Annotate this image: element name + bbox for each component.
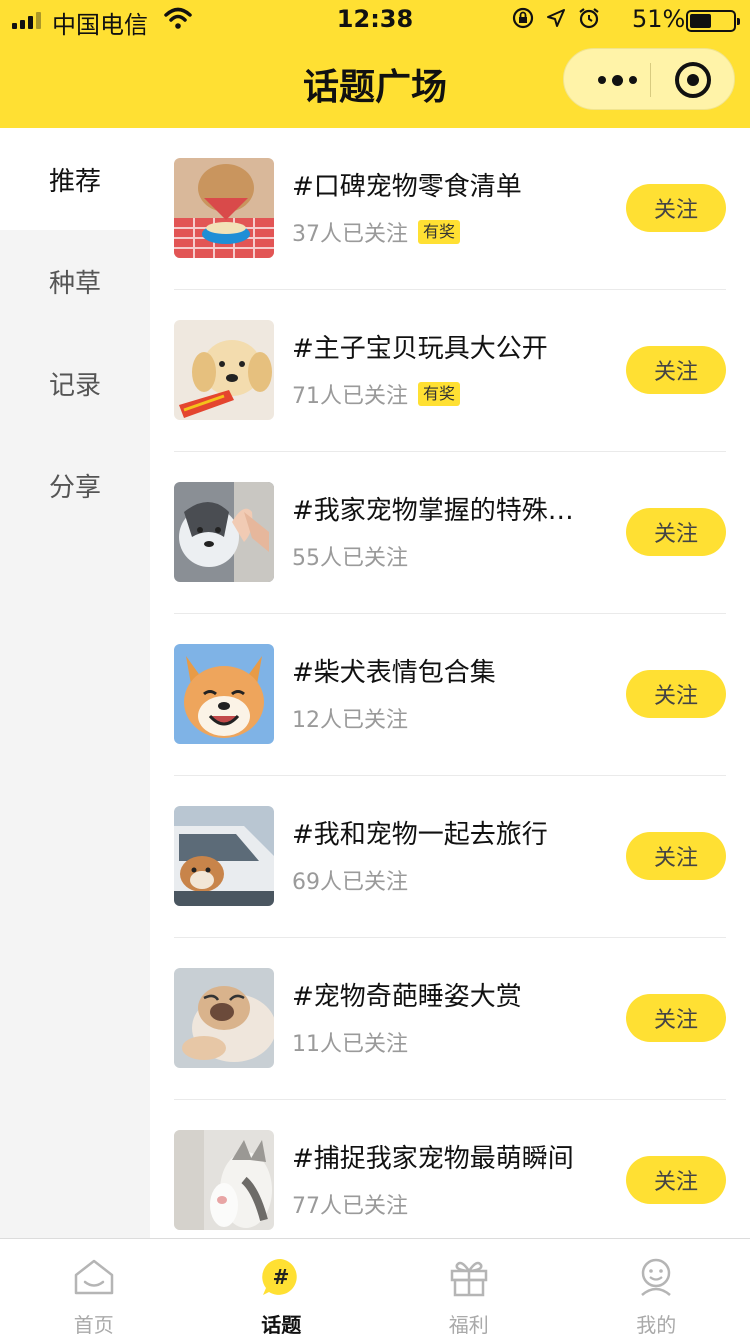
topic-title: #主子宝贝玩具大公开: [292, 334, 548, 364]
sidebar-item-label: 记录: [48, 370, 101, 401]
sidebar-item-share[interactable]: 分享: [0, 434, 150, 536]
topic-row[interactable]: #我家宠物掌握的特殊… 55人已关注 关注: [150, 452, 750, 614]
tab-topics[interactable]: # 话题: [188, 1239, 376, 1334]
rotation-lock-icon: [512, 7, 534, 29]
follow-button[interactable]: 关注: [626, 994, 726, 1042]
follow-button[interactable]: 关注: [626, 1156, 726, 1204]
sidebar-item-recommend[interactable]: 推荐: [0, 128, 150, 230]
follower-count: 77人已关注: [292, 1194, 408, 1219]
svg-text:#: #: [273, 1265, 290, 1289]
follower-count: 55人已关注: [292, 546, 408, 571]
mini-program-capsule: [563, 48, 735, 110]
topic-title: #柴犬表情包合集: [292, 658, 496, 688]
topic-thumbnail: [174, 320, 274, 420]
topic-thumbnail: [174, 968, 274, 1068]
battery-percent: 51%: [632, 5, 686, 33]
more-icon[interactable]: [588, 49, 646, 111]
topic-thumbnail: [174, 1130, 274, 1230]
follower-count: 37人已关注: [292, 222, 408, 247]
header: 中国电信 12:38 51% 话题广场: [0, 0, 750, 128]
alarm-icon: [579, 8, 599, 29]
tab-label: 首页: [73, 1313, 114, 1334]
reward-badge: 有奖: [418, 382, 461, 406]
topic-thumbnail: [174, 806, 274, 906]
topic-thumbnail: [174, 158, 274, 258]
bottom-tab-bar: 首页 # 话题 福利 我的: [0, 1238, 750, 1334]
follow-button[interactable]: 关注: [626, 670, 726, 718]
capsule-divider: [650, 63, 651, 97]
topic-row[interactable]: #宠物奇葩睡姿大赏 11人已关注 关注: [150, 938, 750, 1100]
hashtag-icon: #: [259, 1255, 303, 1299]
category-sidebar: 推荐 种草 记录 分享: [0, 128, 150, 1238]
close-target-icon[interactable]: [675, 62, 711, 98]
battery-icon: [686, 10, 740, 32]
tab-label: 话题: [261, 1313, 302, 1334]
topic-row[interactable]: #我和宠物一起去旅行 69人已关注 关注: [150, 776, 750, 938]
location-icon: [547, 9, 565, 27]
topic-thumbnail: [174, 644, 274, 744]
topic-row[interactable]: #柴犬表情包合集 12人已关注 关注: [150, 614, 750, 776]
profile-icon: [634, 1255, 678, 1299]
topic-row[interactable]: #主子宝贝玩具大公开 71人已关注 有奖 关注: [150, 290, 750, 452]
follow-button[interactable]: 关注: [626, 346, 726, 394]
topic-row[interactable]: #捕捉我家宠物最萌瞬间 77人已关注 关注: [150, 1100, 750, 1238]
sidebar-item-label: 分享: [48, 472, 101, 503]
topic-thumbnail: [174, 482, 274, 582]
topic-title: #宠物奇葩睡姿大赏: [292, 982, 522, 1012]
topic-list: #口碑宠物零食清单 37人已关注 有奖 关注 #主子宝贝玩具大公开 71人已关注…: [150, 128, 750, 1238]
sidebar-item-label: 推荐: [48, 166, 101, 197]
tab-home[interactable]: 首页: [0, 1239, 188, 1334]
tab-welfare[interactable]: 福利: [375, 1239, 563, 1334]
topic-title: #口碑宠物零食清单: [292, 172, 522, 202]
home-icon: [72, 1255, 116, 1299]
topic-title: #我和宠物一起去旅行: [292, 820, 548, 850]
sidebar-item-record[interactable]: 记录: [0, 332, 150, 434]
tab-label: 我的: [636, 1313, 677, 1334]
sidebar-item-label: 种草: [48, 268, 101, 299]
follow-button[interactable]: 关注: [626, 832, 726, 880]
tab-label: 福利: [448, 1313, 489, 1334]
follower-count: 69人已关注: [292, 870, 408, 895]
status-bar: 中国电信 12:38 51%: [0, 0, 750, 40]
gift-icon: [447, 1255, 491, 1299]
follower-count: 71人已关注: [292, 384, 408, 409]
follow-button[interactable]: 关注: [626, 184, 726, 232]
tab-mine[interactable]: 我的: [563, 1239, 750, 1334]
topic-title: #捕捉我家宠物最萌瞬间: [292, 1144, 574, 1174]
app-screen: 中国电信 12:38 51% 话题广场 推荐 种草 记录 分享 #口碑宠物零食清…: [0, 0, 750, 1334]
sidebar-item-seed[interactable]: 种草: [0, 230, 150, 332]
follower-count: 12人已关注: [292, 708, 408, 733]
follow-button[interactable]: 关注: [626, 508, 726, 556]
reward-badge: 有奖: [418, 220, 461, 244]
topic-title: #我家宠物掌握的特殊…: [292, 496, 574, 526]
follower-count: 11人已关注: [292, 1032, 408, 1057]
topic-row[interactable]: #口碑宠物零食清单 37人已关注 有奖 关注: [150, 128, 750, 290]
